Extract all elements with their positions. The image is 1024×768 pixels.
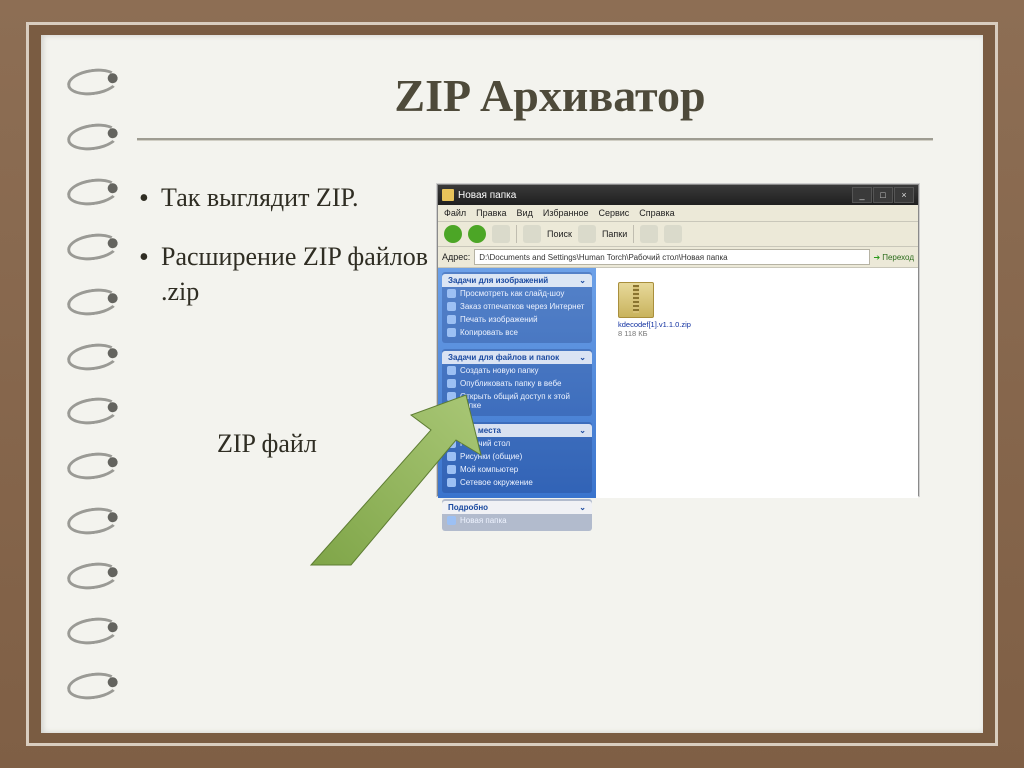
panel-item[interactable]: Новая папка — [442, 514, 592, 527]
address-label: Адрес: — [442, 252, 470, 262]
menu-item[interactable]: Файл — [444, 208, 466, 218]
panel-item[interactable]: Просмотреть как слайд-шоу — [442, 287, 592, 300]
file-name: kdecodef[1].v1.1.0.zip — [618, 320, 691, 329]
bullet-item: Так выглядит ZIP. — [137, 180, 437, 215]
panel-header[interactable]: Задачи для файлов и папок ⌄ — [442, 351, 592, 364]
panel-item[interactable]: Открыть общий доступ к этой папке — [442, 390, 592, 412]
up-button[interactable] — [492, 225, 510, 243]
folders-icon[interactable] — [578, 225, 596, 243]
panel-header[interactable]: Подробно ⌄ — [442, 501, 592, 514]
toolbar-label[interactable]: Папки — [602, 229, 627, 239]
forward-button[interactable] — [468, 225, 486, 243]
spiral-binding — [67, 55, 127, 713]
panel-group-details: Подробно ⌄ Новая папка — [442, 499, 592, 531]
bullet-column: Так выглядит ZIP. Расширение ZIP файлов … — [137, 174, 437, 496]
file-area[interactable]: kdecodef[1].v1.1.0.zip 8 118 КБ — [596, 268, 918, 498]
explorer-window: Новая папка _ □ × Файл Правка Вид Избран — [437, 184, 919, 496]
folder-icon — [442, 189, 454, 201]
tasks-panel: Задачи для изображений ⌄ Просмотреть как… — [438, 268, 596, 498]
window-title: Новая папка — [458, 190, 516, 201]
panel-item[interactable]: Сетевое окружение — [442, 476, 592, 489]
panel-item[interactable]: Печать изображений — [442, 313, 592, 326]
panel-group-places: Другие места ⌄ Рабочий стол Рисунки (общ… — [442, 422, 592, 493]
go-button[interactable]: ➔ Переход — [874, 253, 914, 262]
toolbar-label[interactable]: Поиск — [547, 229, 572, 239]
go-arrow-icon: ➔ — [874, 253, 881, 262]
zip-file-item[interactable]: kdecodef[1].v1.1.0.zip 8 118 КБ — [618, 282, 691, 338]
panel-item[interactable]: Рисунки (общие) — [442, 450, 592, 463]
slide-content: ZIP Архиватор Так выглядит ZIP. Расширен… — [137, 43, 963, 725]
go-label: Переход — [882, 253, 914, 262]
address-value: D:\Documents and Settings\Human Torch\Ра… — [479, 253, 727, 262]
slide-frame: ZIP Архиватор Так выглядит ZIP. Расширен… — [0, 0, 1024, 768]
panel-group-files: Задачи для файлов и папок ⌄ Создать нову… — [442, 349, 592, 416]
panel-item[interactable]: Рабочий стол — [442, 437, 592, 450]
panel-item[interactable]: Опубликовать папку в вебе — [442, 377, 592, 390]
chevron-icon: ⌄ — [579, 503, 586, 512]
menu-item[interactable]: Правка — [476, 208, 506, 218]
sync-button[interactable] — [664, 225, 682, 243]
views-button[interactable] — [640, 225, 658, 243]
panel-header-label: Подробно — [448, 503, 488, 512]
chevron-icon: ⌄ — [579, 353, 586, 362]
panel-header-label: Задачи для файлов и папок — [448, 353, 559, 362]
panel-header[interactable]: Задачи для изображений ⌄ — [442, 274, 592, 287]
menu-item[interactable]: Справка — [639, 208, 674, 218]
close-button[interactable]: × — [894, 187, 914, 203]
file-size: 8 118 КБ — [618, 329, 691, 338]
panel-item[interactable]: Заказ отпечатков через Интернет — [442, 300, 592, 313]
back-button[interactable] — [444, 225, 462, 243]
panel-header-label: Задачи для изображений — [448, 276, 548, 285]
menu-item[interactable]: Избранное — [543, 208, 589, 218]
zip-file-icon — [618, 282, 654, 318]
minimize-button[interactable]: _ — [852, 187, 872, 203]
slide-title: ZIP Архиватор — [137, 43, 963, 132]
panel-item[interactable]: Мой компьютер — [442, 463, 592, 476]
bullet-item: Расширение ZIP файлов .zip — [137, 239, 437, 309]
address-input[interactable]: D:\Documents and Settings\Human Torch\Ра… — [474, 249, 869, 265]
panel-group-images: Задачи для изображений ⌄ Просмотреть как… — [442, 272, 592, 343]
screenshot-column: Новая папка _ □ × Файл Правка Вид Избран — [437, 174, 953, 496]
menu-item[interactable]: Сервис — [598, 208, 629, 218]
chevron-icon: ⌄ — [579, 426, 586, 435]
toolbar: Поиск Папки — [438, 222, 918, 247]
panel-header[interactable]: Другие места ⌄ — [442, 424, 592, 437]
slide-paper: ZIP Архиватор Так выглядит ZIP. Расширен… — [41, 35, 983, 733]
zip-caption: ZIP файл — [217, 429, 437, 459]
menu-bar: Файл Правка Вид Избранное Сервис Справка — [438, 205, 918, 222]
maximize-button[interactable]: □ — [873, 187, 893, 203]
panel-header-label: Другие места — [448, 426, 501, 435]
menu-item[interactable]: Вид — [517, 208, 533, 218]
search-icon[interactable] — [523, 225, 541, 243]
chevron-icon: ⌄ — [579, 276, 586, 285]
slide-border: ZIP Архиватор Так выглядит ZIP. Расширен… — [26, 22, 998, 746]
panel-item[interactable]: Копировать все — [442, 326, 592, 339]
panel-item[interactable]: Создать новую папку — [442, 364, 592, 377]
address-bar: Адрес: D:\Documents and Settings\Human T… — [438, 247, 918, 268]
explorer-body: Задачи для изображений ⌄ Просмотреть как… — [438, 268, 918, 498]
window-titlebar[interactable]: Новая папка _ □ × — [438, 185, 918, 205]
